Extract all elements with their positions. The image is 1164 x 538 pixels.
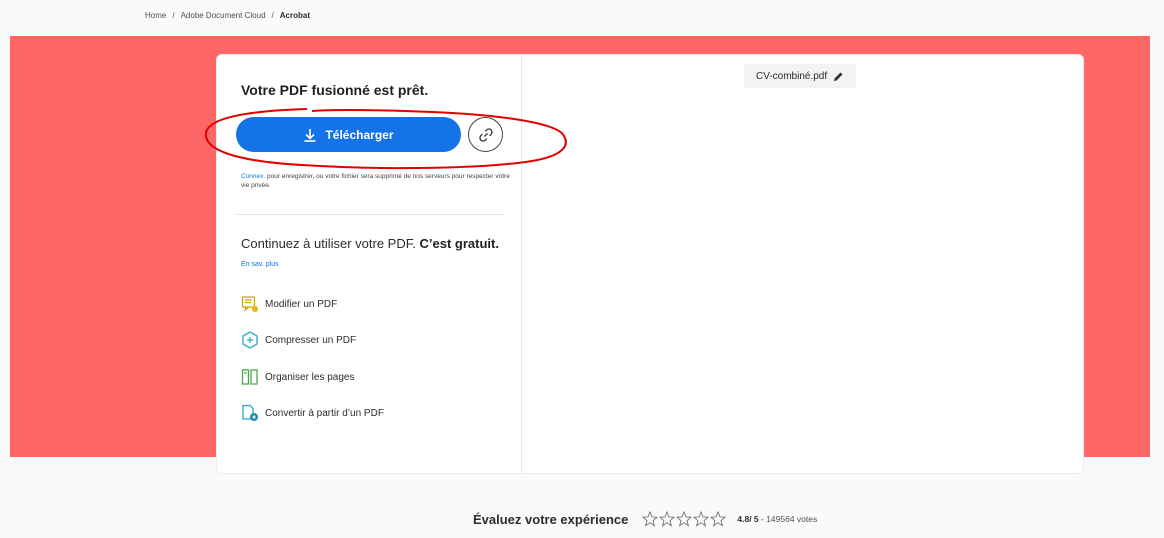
pencil-icon (834, 72, 843, 81)
convert-pdf-icon (242, 404, 258, 421)
breadcrumb-acrobat: Acrobat (279, 11, 310, 20)
download-label: Télécharger (325, 127, 394, 142)
rating-label: Évaluez votre expérience (473, 511, 629, 527)
star-icon[interactable] (676, 511, 693, 527)
result-panel: Votre PDF fusionné est prêt. Télécharger… (204, 55, 567, 473)
breadcrumb-document-cloud[interactable]: Adobe Document Cloud (181, 11, 266, 20)
sign-in-link[interactable]: Connex. (241, 173, 265, 180)
rating-score-value: 4.8 (737, 514, 750, 524)
result-title: Votre PDF fusionné est prêt. (241, 82, 429, 98)
tool-edit-pdf-label: Modifier un PDF (265, 298, 338, 310)
privacy-notice-text: pour enregistrer, ou votre fichier sera … (241, 173, 510, 189)
breadcrumb-separator: / (172, 11, 175, 20)
star-icon[interactable] (693, 511, 710, 527)
continue-heading-bold: C’est gratuit. (419, 236, 499, 251)
divider (235, 214, 503, 215)
star-icon[interactable] (710, 511, 727, 527)
download-button[interactable]: Télécharger (236, 117, 461, 152)
star-rating (642, 511, 727, 527)
tool-convert-pdf[interactable]: Convertir à partir d’un PDF (241, 403, 384, 423)
edit-pdf-icon (241, 296, 258, 312)
filename-button[interactable]: CV-combiné.pdf (744, 64, 857, 88)
organize-pages-icon (241, 369, 258, 385)
star-icon[interactable] (642, 511, 659, 527)
rating-score-max: / 5 (749, 514, 759, 524)
continue-heading-text: Continuez à utiliser votre PDF. (241, 236, 416, 251)
download-icon (304, 128, 316, 142)
breadcrumb-separator: / (271, 11, 274, 20)
breadcrumb-home[interactable]: Home (145, 11, 166, 20)
tool-organize-pages[interactable]: Organiser les pages (241, 367, 355, 387)
tool-convert-pdf-label: Convertir à partir d’un PDF (265, 407, 384, 419)
result-card: Votre PDF fusionné est prêt. Télécharger… (204, 54, 1084, 474)
compress-pdf-icon (242, 331, 258, 349)
breadcrumb: Home / Adobe Document Cloud / Acrobat (145, 11, 310, 20)
star-icon[interactable] (659, 511, 676, 527)
rating-votes: - 149564 votes (758, 514, 818, 524)
filename-label: CV-combiné.pdf (756, 70, 828, 82)
tool-compress-pdf[interactable]: Compresser un PDF (241, 330, 356, 350)
tool-edit-pdf[interactable]: Modifier un PDF (241, 294, 337, 314)
link-icon (478, 127, 493, 142)
learn-more-link[interactable]: En sav. plus (241, 261, 279, 268)
share-link-button[interactable] (468, 117, 503, 152)
tool-compress-pdf-label: Compresser un PDF (265, 334, 357, 346)
privacy-notice: Connex. pour enregistrer, ou votre fichi… (241, 172, 511, 190)
tool-organize-pages-label: Organiser les pages (265, 371, 355, 383)
continue-heading: Continuez à utiliser votre PDF. C’est gr… (241, 236, 499, 251)
rating-bar: Évaluez votre expérience 4.8/ 5 - 149564… (473, 511, 817, 527)
rating-score: 4.8/ 5 - 149564 votes (737, 514, 817, 524)
